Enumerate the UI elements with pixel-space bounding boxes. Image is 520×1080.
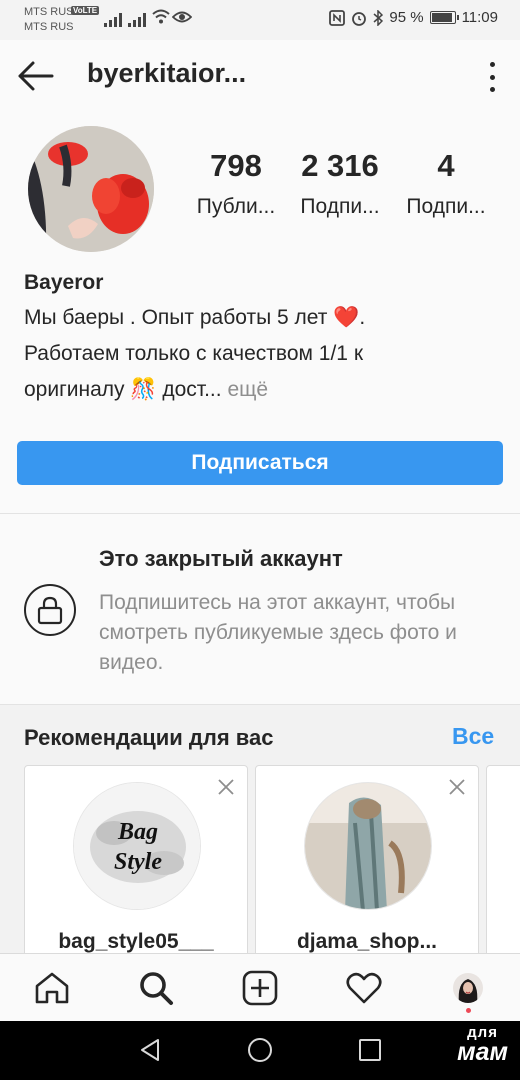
watermark-line-2: мам xyxy=(457,1038,508,1066)
posts-stat[interactable]: 798 Публи... xyxy=(184,150,288,219)
back-triangle-icon[interactable] xyxy=(138,1037,162,1063)
battery-icon xyxy=(429,11,459,24)
profile-name: Bayeror xyxy=(24,271,104,294)
confetti-emoji: 🎊 xyxy=(130,378,157,401)
recommendations-section: Рекомендации для вас Все Bag Style bag_s… xyxy=(0,705,520,953)
status-bar: MTS RUS VoLTE MTS RUS 95 % 11:09 xyxy=(0,0,520,40)
wifi-icon xyxy=(152,9,170,24)
bio-line: оригиналу xyxy=(24,378,125,401)
bio-line: дост... xyxy=(162,378,222,401)
clock: 11:09 xyxy=(461,9,498,26)
watermark: для мам xyxy=(457,1025,508,1065)
page-title: byerkitaior... xyxy=(87,58,247,88)
bio-line: Работаем только с качеством 1/1 к xyxy=(24,342,364,365)
recents-square-icon[interactable] xyxy=(358,1037,382,1063)
stat-label: Подпи... xyxy=(406,195,486,218)
volte-badge: VoLTE xyxy=(71,6,100,15)
bio-period: . xyxy=(359,306,366,329)
bio-line: Мы баеры . Опыт работы 5 лет xyxy=(24,306,328,329)
nfc-icon xyxy=(329,9,346,26)
logo-text-1: Bag xyxy=(117,819,158,845)
card-avatar: Bag Style xyxy=(73,782,201,910)
plus-square-glyph xyxy=(242,970,278,1006)
logo-text-2: Style xyxy=(114,849,162,875)
eye-comfort-icon xyxy=(172,11,192,23)
card-avatar xyxy=(304,782,432,910)
recommendation-card[interactable]: djama_shop... xyxy=(255,765,479,953)
followers-stat[interactable]: 2 316 Подпи... xyxy=(290,150,390,219)
notification-dot xyxy=(466,1008,471,1013)
home-glyph xyxy=(35,972,69,1004)
status-right: 95 % 11:09 xyxy=(329,9,498,26)
new-post-icon[interactable] xyxy=(240,968,280,1008)
stat-value: 2 316 xyxy=(301,148,379,183)
carrier-label-2: MTS RUS xyxy=(24,21,74,33)
alarm-icon xyxy=(352,11,367,26)
nav-avatar xyxy=(453,973,483,1003)
profile-header: byerkitaior... xyxy=(0,40,520,112)
avatar-image xyxy=(453,973,483,1003)
signal-icon xyxy=(104,11,122,27)
heart-emoji: ❤️ xyxy=(333,306,360,329)
activity-heart-icon[interactable] xyxy=(344,968,384,1008)
system-navigation: для мам xyxy=(0,1021,520,1080)
battery-percent: 95 % xyxy=(389,9,424,26)
vertical-dots-icon[interactable] xyxy=(484,62,500,92)
profile-bio: Bayeror Мы баеры . Опыт работы 5 лет ❤️.… xyxy=(24,268,504,408)
profile-avatar[interactable] xyxy=(28,126,154,252)
private-description: Подпишитесь на этот аккаунт, чтобы смотр… xyxy=(99,591,457,674)
lock-glyph xyxy=(37,596,63,625)
recommendation-card[interactable]: Bag Style bag_style05___ xyxy=(24,765,248,953)
search-glyph xyxy=(140,972,173,1005)
arrow-left-icon[interactable] xyxy=(16,58,56,94)
avatar-image xyxy=(305,783,431,909)
heart-glyph xyxy=(346,972,382,1004)
stat-value: 798 xyxy=(210,148,262,183)
divider xyxy=(0,513,520,514)
private-title: Это закрытый аккаунт xyxy=(99,546,343,571)
home-circle-icon[interactable] xyxy=(247,1037,273,1063)
bio-text: Мы баеры . Опыт работы 5 лет ❤️. Работае… xyxy=(24,300,504,408)
stat-value: 4 xyxy=(437,148,455,183)
bottom-navigation xyxy=(0,953,520,1021)
avatar-image xyxy=(28,126,154,252)
stat-label: Публи... xyxy=(196,195,276,218)
home-icon[interactable] xyxy=(32,968,72,1008)
card-username: bag_style05___ xyxy=(58,930,214,953)
stat-label: Подпи... xyxy=(300,195,380,218)
recommendation-card[interactable] xyxy=(486,765,520,953)
close-icon[interactable] xyxy=(217,778,235,796)
signal-icon-2 xyxy=(128,11,146,27)
carrier-label: MTS RUS xyxy=(24,6,74,18)
following-stat[interactable]: 4 Подпи... xyxy=(396,150,496,219)
see-all-link[interactable]: Все xyxy=(452,723,494,750)
bio-more-link[interactable]: ещё xyxy=(227,378,268,401)
bag-style-logo: Bag Style xyxy=(74,783,200,909)
search-icon[interactable] xyxy=(136,968,176,1008)
follow-button[interactable]: Подписаться xyxy=(17,441,503,485)
recommendations-title: Рекомендации для вас xyxy=(24,725,274,750)
card-username: djama_shop... xyxy=(296,930,438,953)
bluetooth-icon xyxy=(373,9,384,26)
close-icon[interactable] xyxy=(448,778,466,796)
lock-icon xyxy=(24,584,76,636)
profile-avatar[interactable] xyxy=(448,968,488,1008)
